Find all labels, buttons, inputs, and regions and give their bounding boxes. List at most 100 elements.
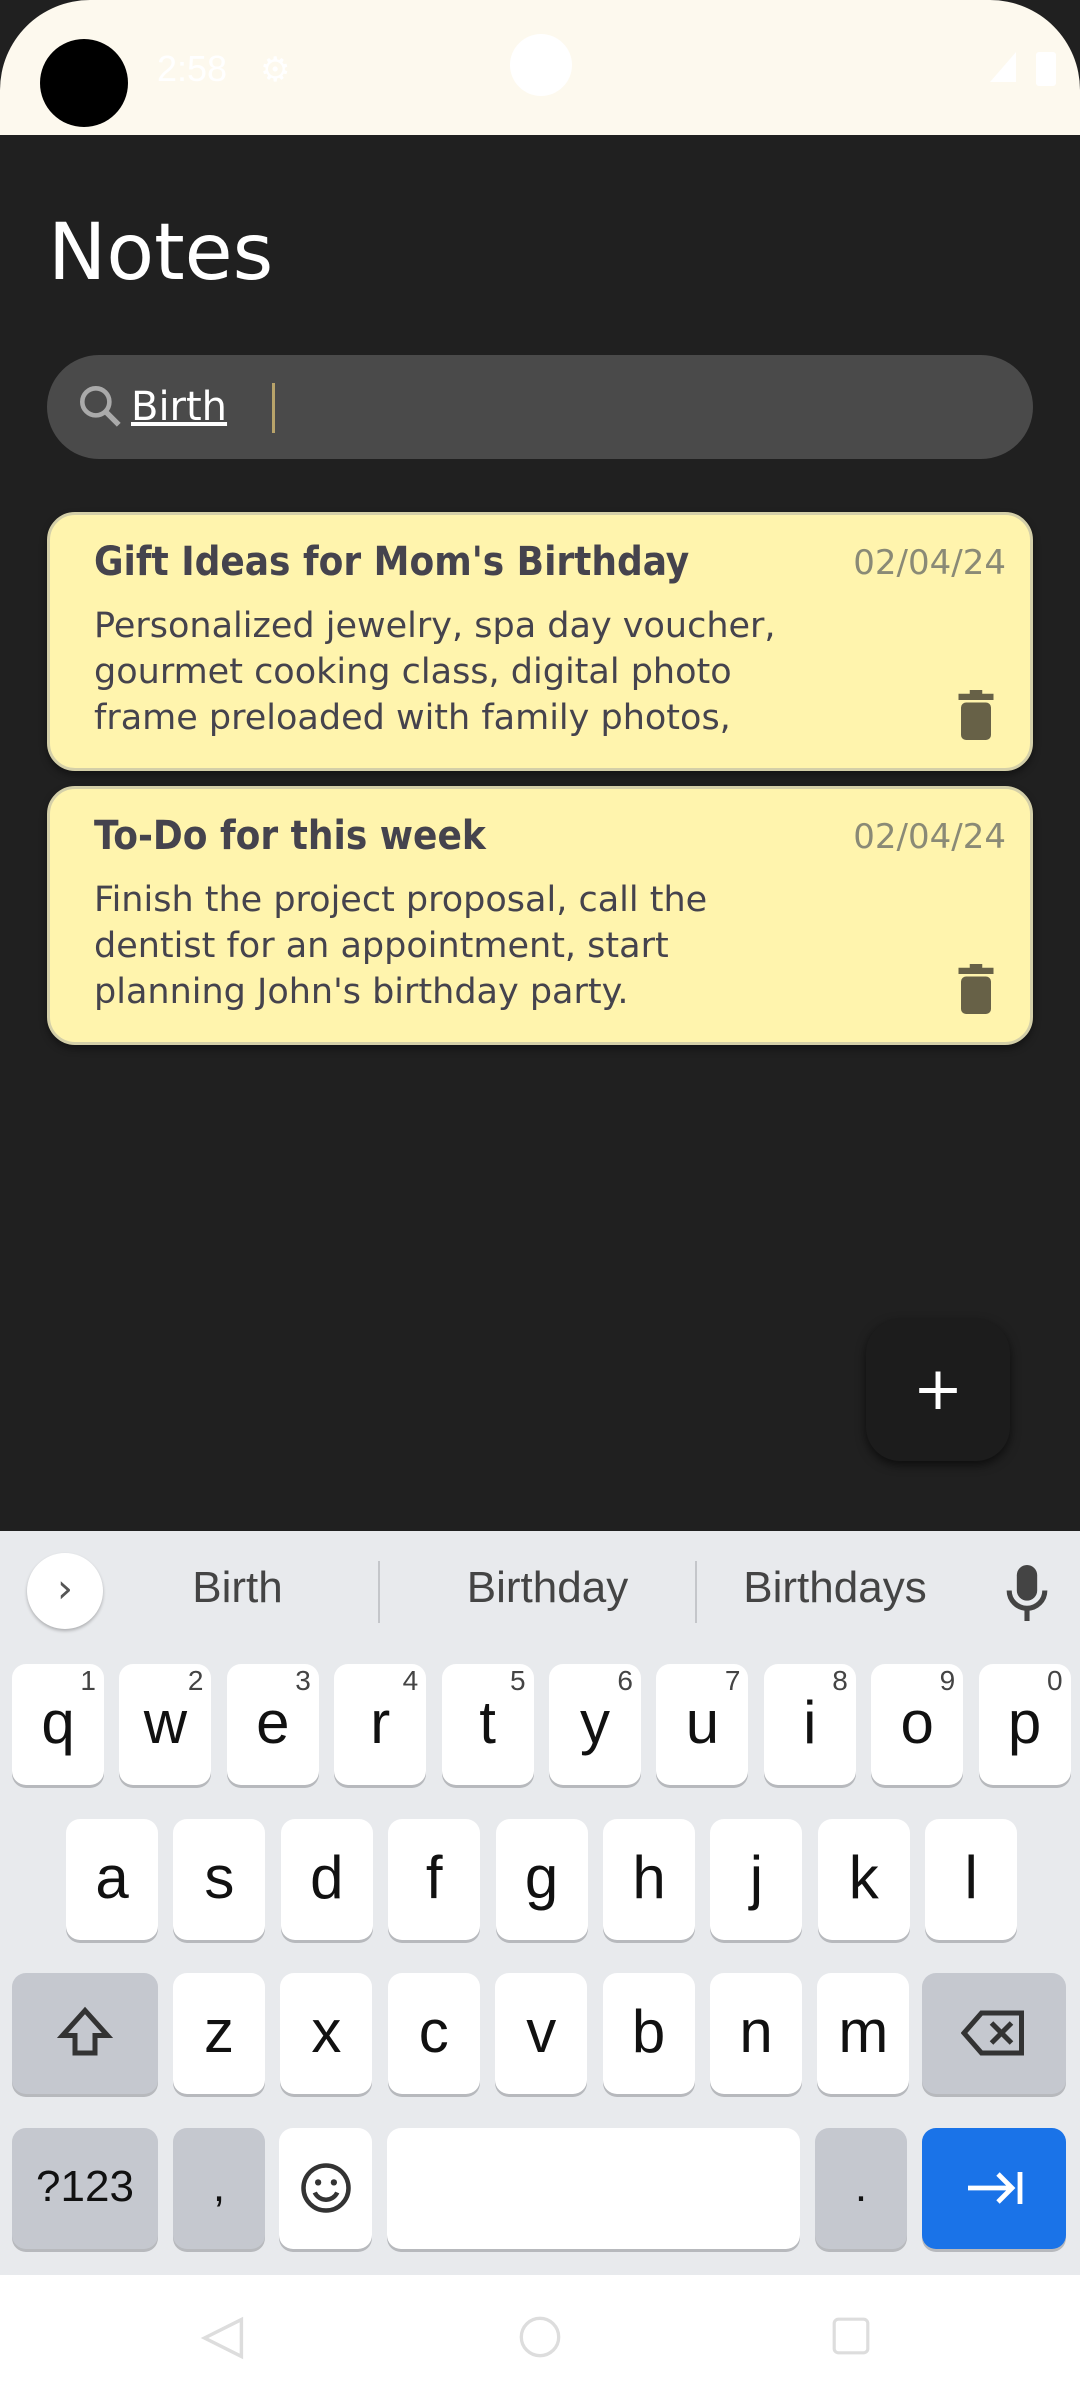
text-cursor [272, 383, 275, 433]
key-label: g [524, 1844, 559, 1911]
trash-icon[interactable] [956, 964, 996, 1014]
key-label: l [964, 1844, 978, 1911]
key-g[interactable]: g [495, 1819, 588, 1940]
note-date: 02/04/24 [853, 817, 1006, 857]
key-a[interactable]: a [66, 1819, 158, 1940]
note-body: Finish the project proposal, call the de… [94, 880, 708, 1012]
key-label: p [1007, 1689, 1042, 1756]
period-key[interactable]: . [815, 2128, 907, 2249]
key-l[interactable]: l [925, 1819, 1018, 1940]
key-j[interactable]: j [710, 1819, 803, 1940]
key-label: k [848, 1844, 879, 1911]
key-label: d [310, 1844, 344, 1911]
key-s[interactable]: s [173, 1819, 266, 1940]
key-label: c [418, 1998, 449, 2065]
key-hint: 8 [832, 1665, 848, 1696]
comma-key[interactable]: , [173, 2128, 265, 2249]
microphone-icon[interactable] [1005, 1565, 1049, 1621]
key-u[interactable]: u7 [656, 1664, 749, 1785]
key-hint: 4 [402, 1665, 419, 1696]
key-label: b [631, 1998, 666, 2065]
key-hint: 3 [295, 1665, 311, 1696]
keyboard: › Birth Birthday Birthdays ?123 , . q1w2… [0, 1531, 1080, 2275]
key-e[interactable]: e3 [226, 1664, 319, 1785]
enter-key[interactable] [922, 2128, 1066, 2249]
key-label: j [749, 1844, 764, 1911]
key-label: u [685, 1689, 720, 1756]
notification-dot-icon [510, 34, 572, 96]
key-d[interactable]: d [280, 1819, 373, 1940]
key-y[interactable]: y6 [549, 1664, 641, 1785]
space-key[interactable] [387, 2128, 800, 2249]
add-note-button[interactable]: + [866, 1319, 1010, 1461]
key-label: o [900, 1689, 934, 1756]
divider [378, 1561, 380, 1623]
note-card[interactable]: Gift Ideas for Mom's Birthday 02/04/24 P… [47, 512, 1033, 771]
symbols-key[interactable]: ?123 [12, 2128, 158, 2249]
key-label: a [95, 1844, 129, 1911]
signal-icon [990, 52, 1016, 82]
key-label: x [311, 1998, 342, 2065]
emoji-key[interactable] [279, 2128, 372, 2249]
note-date: 02/04/24 [853, 543, 1006, 583]
key-w[interactable]: w2 [119, 1664, 212, 1785]
key-label: z [204, 1998, 234, 2065]
key-c[interactable]: c [387, 1973, 480, 2094]
back-icon[interactable] [200, 2315, 246, 2361]
key-label: w [143, 1689, 188, 1756]
key-hint: 0 [1047, 1665, 1063, 1696]
key-hint: 9 [939, 1665, 956, 1696]
key-v[interactable]: v [495, 1973, 588, 2094]
key-h[interactable]: h [603, 1819, 695, 1940]
camera-cutout [40, 39, 128, 127]
divider [695, 1561, 697, 1623]
key-label: v [526, 1998, 557, 2065]
search-bar[interactable] [47, 355, 1033, 459]
key-hint: 1 [80, 1665, 96, 1696]
settings-gear-icon: ⚙ [260, 50, 291, 90]
key-f[interactable]: f [388, 1819, 481, 1940]
key-p[interactable]: p0 [978, 1664, 1071, 1785]
key-label: h [632, 1844, 666, 1911]
key-label: f [425, 1844, 443, 1911]
chevron-right-icon[interactable]: › [27, 1553, 103, 1629]
key-label: s [204, 1844, 235, 1911]
search-input[interactable] [131, 375, 931, 439]
backspace-key[interactable] [922, 1973, 1066, 2094]
key-m[interactable]: m [817, 1973, 910, 2094]
key-label: q [41, 1689, 75, 1756]
suggestion[interactable]: Birthday [400, 1563, 695, 1613]
key-o[interactable]: o9 [871, 1664, 964, 1785]
status-bar: 2:58 ⚙ [0, 0, 1080, 135]
note-title: Gift Ideas for Mom's Birthday [94, 539, 690, 585]
trash-icon[interactable] [956, 690, 996, 740]
recents-icon[interactable] [830, 2315, 872, 2357]
search-icon [80, 386, 121, 427]
key-t[interactable]: t5 [441, 1664, 534, 1785]
key-x[interactable]: x [280, 1973, 373, 2094]
key-label: m [838, 1998, 889, 2065]
note-body: Personalized jewelry, spa day voucher, g… [94, 606, 776, 738]
key-i[interactable]: i8 [763, 1664, 856, 1785]
key-hint: 6 [617, 1665, 633, 1696]
key-label: t [479, 1689, 496, 1756]
key-r[interactable]: r4 [334, 1664, 427, 1785]
battery-icon [1036, 52, 1056, 86]
key-z[interactable]: z [173, 1973, 265, 2094]
key-k[interactable]: k [817, 1819, 910, 1940]
note-card[interactable]: To-Do for this week 02/04/24 Finish the … [47, 786, 1033, 1045]
key-hint: 7 [724, 1665, 741, 1696]
status-time: 2:58 [157, 48, 228, 89]
key-label: n [739, 1998, 773, 2065]
key-hint: 2 [187, 1665, 204, 1696]
home-icon[interactable] [518, 2315, 562, 2359]
key-label: e [256, 1689, 290, 1756]
suggestion[interactable]: Birthdays [715, 1563, 955, 1613]
key-label: y [580, 1689, 610, 1756]
key-b[interactable]: b [602, 1973, 695, 2094]
suggestion[interactable]: Birth [130, 1563, 345, 1613]
key-n[interactable]: n [710, 1973, 802, 2094]
shift-key[interactable] [12, 1973, 158, 2094]
key-q[interactable]: q1 [12, 1664, 104, 1785]
navigation-bar [0, 2275, 1080, 2400]
